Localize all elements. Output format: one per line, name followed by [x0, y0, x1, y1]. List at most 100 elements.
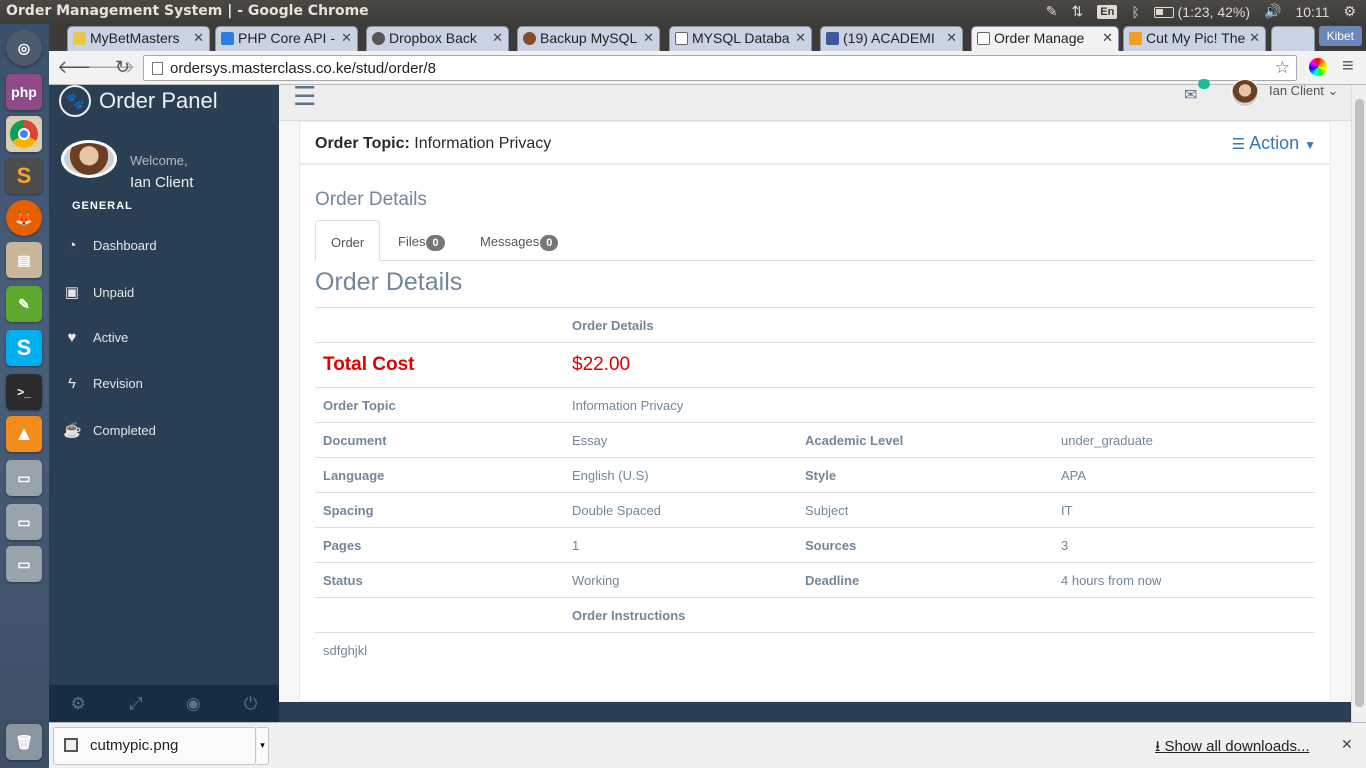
- menu-toggle-icon[interactable]: ☰: [293, 81, 316, 112]
- profile-button[interactable]: Kibet: [1318, 26, 1362, 46]
- envelope-icon[interactable]: ✉: [1184, 85, 1197, 105]
- address-bar[interactable]: ordersys.masterclass.co.ke/stud/order/8 …: [143, 55, 1297, 81]
- keyboard-layout-indicator[interactable]: En: [1097, 4, 1118, 19]
- sublime-text-icon[interactable]: S: [6, 158, 42, 194]
- drive-icon[interactable]: ▭: [6, 546, 42, 582]
- browser-tab-bar: MyBetMasters ✕ PHP Core API - ✕ Dropbox Ba…: [49, 24, 1366, 51]
- sidebar-item-revision[interactable]: ϟ Revision: [63, 375, 143, 392]
- chrome-icon[interactable]: [6, 116, 42, 152]
- terminal-icon[interactable]: >_: [6, 374, 42, 410]
- system-top-panel: Order Management System | - Google Chrom…: [0, 0, 1366, 24]
- browser-tab[interactable]: (19) ACADEMI ✕: [820, 26, 963, 51]
- files-icon[interactable]: ▤: [6, 242, 42, 278]
- browser-tab[interactable]: Cut My Pic! The ✕: [1123, 26, 1266, 51]
- tab-label: (19) ACADEMI: [843, 30, 935, 46]
- instructions-text: sdfghjkl: [315, 632, 1315, 668]
- close-tab-icon[interactable]: ✕: [1249, 30, 1260, 46]
- action-label: Action: [1249, 133, 1300, 153]
- scrollbar-thumb[interactable]: [1355, 99, 1364, 707]
- close-tab-icon[interactable]: ✕: [193, 30, 204, 46]
- brand[interactable]: 🐾 Order Panel: [59, 85, 218, 117]
- drive-icon[interactable]: ▭: [6, 504, 42, 540]
- tab-label: Files: [398, 234, 426, 249]
- color-picker-extension-icon[interactable]: [1309, 58, 1327, 76]
- edit-icon[interactable]: ✎: [1046, 3, 1058, 20]
- row-label: Deadline: [797, 562, 1053, 598]
- close-tab-icon[interactable]: ✕: [1102, 30, 1113, 46]
- skype-icon[interactable]: S: [6, 330, 42, 366]
- firefox-icon[interactable]: 🦊: [6, 200, 42, 236]
- user-menu[interactable]: Ian Client ⌄: [1269, 83, 1338, 99]
- row-label: Spacing: [315, 492, 564, 528]
- browser-tab[interactable]: Backup MySQL ✕: [517, 26, 660, 51]
- main-content: ☰ ✉ Ian Client ⌄ Order Topic: Informatio…: [279, 79, 1351, 702]
- logout-icon[interactable]: ⏻: [244, 694, 257, 714]
- table-row: sdfghjkl: [315, 632, 1315, 668]
- close-tab-icon[interactable]: ✕: [492, 30, 503, 46]
- lock-icon[interactable]: ◉: [186, 694, 201, 714]
- trash-icon[interactable]: 🗑: [6, 724, 42, 760]
- clock[interactable]: 10:11: [1295, 4, 1329, 20]
- order-topic-label: Order Topic:: [315, 135, 410, 152]
- browser-tab[interactable]: MyBetMasters ✕: [67, 26, 210, 51]
- text-editor-icon[interactable]: ✎: [6, 286, 42, 322]
- download-filename: cutmypic.png: [90, 737, 179, 754]
- notification-badge: [1198, 79, 1210, 89]
- row-value: Working: [564, 562, 797, 598]
- tab-messages[interactable]: Messages 0: [465, 220, 573, 261]
- sidebar-item-dashboard[interactable]: ◔ Dashboard: [63, 237, 156, 254]
- chrome-menu-icon[interactable]: ≡: [1342, 55, 1354, 78]
- close-tab-icon[interactable]: ✕: [795, 30, 806, 46]
- tab-label: MYSQL Databa: [692, 30, 790, 46]
- favicon: [1129, 32, 1142, 45]
- sidebar-item-label: Active: [93, 330, 129, 345]
- new-tab-button[interactable]: [1271, 26, 1315, 51]
- page-scrollbar[interactable]: [1351, 85, 1366, 722]
- action-dropdown[interactable]: ☰ Action ▼: [1232, 133, 1316, 154]
- reload-icon[interactable]: ↻: [115, 57, 130, 78]
- table-row: Status Working Deadline 4 hours from now: [315, 562, 1315, 598]
- drive-icon[interactable]: ▭: [6, 460, 42, 496]
- sidebar-item-unpaid[interactable]: ▣ Unpaid: [63, 283, 134, 301]
- vlc-icon[interactable]: ▲: [6, 416, 42, 452]
- brand-title: Order Panel: [99, 88, 218, 113]
- table-row: Document Essay Academic Level under_graduat…: [315, 422, 1315, 458]
- system-tray: ✎ ⇅ En ᛒ (1:23, 42%) 🔊 10:11 ⚙: [1046, 3, 1356, 20]
- settings-icon[interactable]: ⚙: [71, 694, 86, 714]
- volume-icon[interactable]: 🔊: [1264, 3, 1281, 20]
- download-item[interactable]: cutmypic.png: [53, 727, 256, 765]
- sidebar-item-completed[interactable]: ☕ Completed: [63, 421, 156, 439]
- fullscreen-icon[interactable]: ⤢: [129, 694, 143, 714]
- browser-tab-active[interactable]: Order Manage ✕: [971, 26, 1119, 51]
- row-value: 3: [1053, 527, 1315, 563]
- close-tab-icon[interactable]: ✕: [341, 30, 352, 46]
- tab-order[interactable]: Order: [315, 220, 381, 261]
- network-icon[interactable]: ⇅: [1072, 3, 1084, 20]
- section-title: GENERAL: [72, 200, 133, 212]
- battery-indicator[interactable]: (1:23, 42%): [1153, 4, 1250, 20]
- heart-icon: ♥: [67, 329, 77, 346]
- browser-tab[interactable]: MYSQL Databa ✕: [669, 26, 812, 51]
- browser-tab[interactable]: PHP Core API - ✕: [215, 26, 358, 51]
- user-menu-name: Ian Client: [1269, 83, 1324, 98]
- avatar[interactable]: [1231, 79, 1259, 107]
- bluetooth-icon[interactable]: ᛒ: [1131, 4, 1139, 20]
- count-badge: 0: [426, 235, 445, 251]
- top-nav: ☰ ✉ Ian Client ⌄: [279, 79, 1351, 121]
- close-downloads-icon[interactable]: ✕: [1341, 736, 1353, 753]
- close-tab-icon[interactable]: ✕: [643, 30, 654, 46]
- bookmark-star-icon[interactable]: ☆: [1275, 58, 1290, 78]
- sidebar-item-label: Unpaid: [93, 284, 135, 300]
- row-label: Subject: [797, 492, 1053, 528]
- show-all-downloads-link[interactable]: ⭳ Show all downloads...: [1155, 736, 1310, 761]
- close-tab-icon[interactable]: ✕: [946, 30, 957, 46]
- details-heading: Order Details: [315, 268, 463, 296]
- browser-tab[interactable]: Dropbox Back ✕: [366, 26, 509, 51]
- download-menu-caret-icon[interactable]: ▾: [257, 727, 269, 765]
- dash-icon[interactable]: ◎: [6, 30, 42, 66]
- power-menu-icon[interactable]: ⚙: [1343, 3, 1356, 20]
- php-icon[interactable]: php: [6, 74, 42, 110]
- order-tabs: Order Files 0 Messages 0: [315, 220, 1315, 261]
- tab-files[interactable]: Files 0: [383, 220, 460, 261]
- sidebar-item-active[interactable]: ♥ Active: [63, 329, 129, 346]
